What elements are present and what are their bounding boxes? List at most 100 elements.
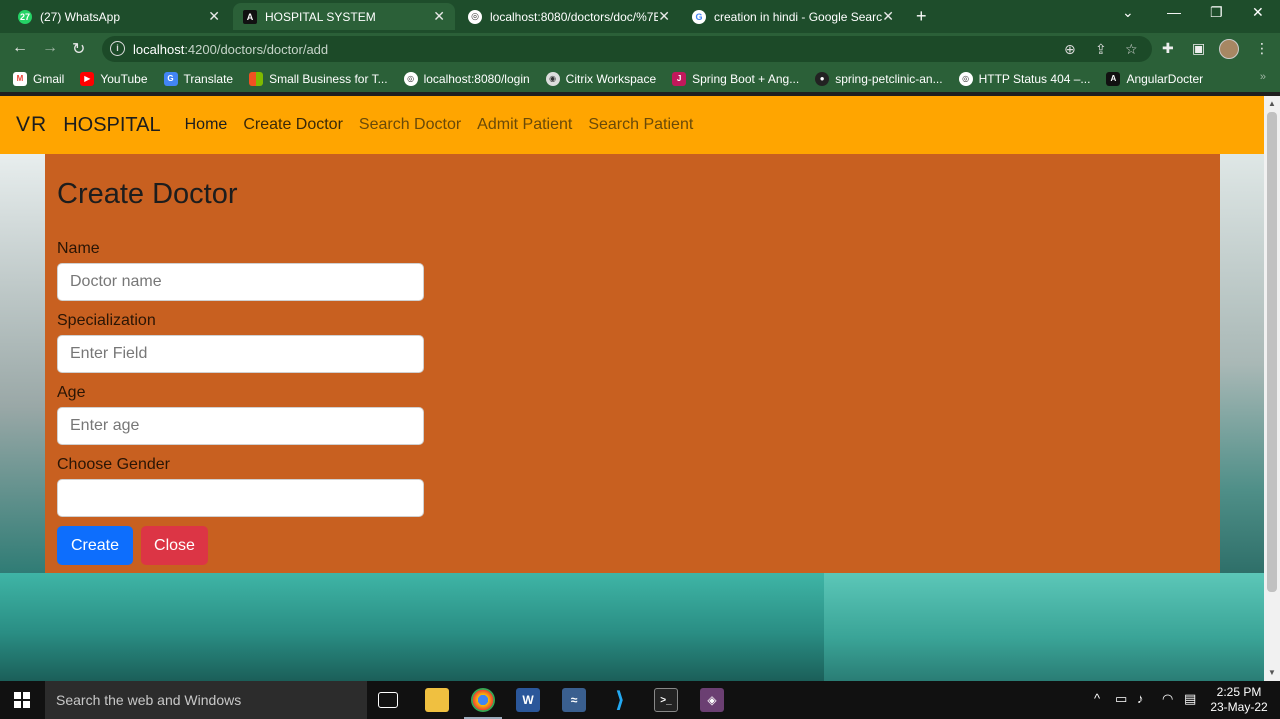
close-icon[interactable]: ✕ <box>658 8 670 25</box>
bookmark-youtube[interactable]: ▶ YouTube <box>80 71 148 86</box>
angular-icon: A <box>1106 71 1121 86</box>
brand-logo[interactable]: VR <box>16 113 47 137</box>
nav-create-doctor[interactable]: Create Doctor <box>243 116 343 134</box>
tab-hospital-system[interactable]: A HOSPITAL SYSTEM ✕ <box>233 3 455 30</box>
battery-icon[interactable]: ▭ <box>1115 691 1127 707</box>
bookmarks-overflow-icon[interactable]: » <box>1260 71 1266 83</box>
bookmark-star-icon[interactable]: ☆ <box>1125 41 1138 58</box>
globe-icon: ◎ <box>468 9 482 24</box>
spring-boot-icon: J <box>672 71 687 86</box>
vscode-icon[interactable]: ⟩ <box>608 687 632 712</box>
nav-search-patient[interactable]: Search Patient <box>588 116 693 134</box>
nav-home[interactable]: Home <box>185 116 228 134</box>
url-text[interactable]: localhost:4200/doctors/doctor/add <box>133 42 328 57</box>
side-panel-icon[interactable]: ▣ <box>1192 40 1205 57</box>
name-input[interactable] <box>57 263 424 301</box>
microsoft-icon <box>249 71 264 86</box>
menu-icon[interactable]: ⋮ <box>1255 40 1269 57</box>
share-icon[interactable]: ⇪ <box>1095 41 1107 58</box>
app-icon[interactable]: ◈ <box>700 688 724 712</box>
close-icon[interactable]: ✕ <box>208 8 220 25</box>
wifi-icon[interactable]: ◠ <box>1162 691 1173 707</box>
tab-title: localhost:8080/doctors/doc/%7B <box>490 9 659 24</box>
taskbar-search-input[interactable]: Search the web and Windows <box>45 681 367 719</box>
gmail-icon: M <box>13 71 27 86</box>
age-input[interactable] <box>57 407 424 445</box>
browser-toolbar: ← → ↻ i localhost:4200/doctors/doctor/ad… <box>0 33 1280 65</box>
close-button[interactable]: Close <box>141 526 208 565</box>
mysql-workbench-icon[interactable]: ≈ <box>562 688 586 712</box>
create-doctor-form: Create Doctor Name Specialization Age Ch… <box>45 154 1220 573</box>
scroll-up-icon[interactable]: ▲ <box>1268 99 1276 108</box>
info-icon[interactable]: i <box>110 41 125 56</box>
tab-search-chevron-icon[interactable]: ⌄ <box>1122 4 1134 21</box>
globe-icon: ◎ <box>958 71 973 86</box>
age-label: Age <box>57 384 86 401</box>
bookmark-spring-boot[interactable]: J Spring Boot + Ang... <box>672 71 799 86</box>
bookmark-gmail[interactable]: M Gmail <box>13 71 64 86</box>
name-label: Name <box>57 240 100 257</box>
browser-tab-bar: 27 (27) WhatsApp ✕ A HOSPITAL SYSTEM ✕ ◎… <box>0 0 1280 33</box>
translate-icon: G <box>163 71 178 86</box>
word-icon[interactable]: W <box>516 688 540 712</box>
task-view-icon[interactable] <box>378 692 398 708</box>
create-button[interactable]: Create <box>57 526 133 565</box>
nav-search-doctor[interactable]: Search Doctor <box>359 116 461 134</box>
bookmark-localhost-login[interactable]: ◎ localhost:8080/login <box>403 71 530 86</box>
nav-admit-patient[interactable]: Admit Patient <box>477 116 572 134</box>
tab-google-search[interactable]: G creation in hindi - Google Search ✕ <box>682 3 904 30</box>
zoom-icon[interactable]: ⊕ <box>1064 41 1076 58</box>
terminal-icon[interactable]: >_ <box>654 688 678 712</box>
app-navbar: VR HOSPITAL Home Create Doctor Search Do… <box>0 96 1264 154</box>
bookmark-translate[interactable]: G Translate <box>163 71 233 86</box>
bookmark-http-404[interactable]: ◎ HTTP Status 404 –... <box>958 71 1090 86</box>
back-icon[interactable]: ← <box>12 39 28 57</box>
bookmark-spring-petclinic[interactable]: ● spring-petclinic-an... <box>815 71 943 86</box>
notifications-icon[interactable]: ▤ <box>1184 691 1196 707</box>
scrollbar-thumb[interactable] <box>1267 112 1277 592</box>
bookmark-angulardocter[interactable]: A AngularDocter <box>1106 71 1203 86</box>
windows-start-icon[interactable] <box>14 692 30 708</box>
avatar[interactable] <box>1219 39 1239 59</box>
whatsapp-icon: 27 <box>18 9 32 24</box>
volume-icon[interactable]: ♪ <box>1137 691 1144 706</box>
page-viewport: VR HOSPITAL Home Create Doctor Search Do… <box>0 96 1264 681</box>
tab-title: creation in hindi - Google Search <box>714 9 883 24</box>
tab-title: (27) WhatsApp <box>40 9 121 24</box>
gender-label: Choose Gender <box>57 456 170 473</box>
maximize-icon[interactable]: ❐ <box>1210 4 1223 21</box>
citrix-icon: ◉ <box>545 71 560 86</box>
specialization-label: Specialization <box>57 312 156 329</box>
specialization-input[interactable] <box>57 335 424 373</box>
tray-chevron-icon[interactable]: ^ <box>1094 691 1100 706</box>
gender-select[interactable] <box>57 479 424 517</box>
angular-icon: A <box>243 9 257 24</box>
file-explorer-icon[interactable] <box>425 688 449 712</box>
extensions-icon[interactable]: ✚ <box>1162 40 1174 57</box>
forward-icon[interactable]: → <box>42 39 58 57</box>
windows-taskbar: Search the web and Windows W ≈ ⟩ >_ ◈ ^ … <box>0 681 1280 719</box>
background-image <box>824 573 1264 681</box>
close-icon[interactable]: ✕ <box>882 8 894 25</box>
page-scrollbar[interactable]: ▲ ▼ <box>1264 96 1280 681</box>
google-icon: G <box>692 9 706 24</box>
new-tab-icon[interactable]: + <box>916 6 927 27</box>
background-image <box>0 154 45 574</box>
bookmark-small-business[interactable]: Small Business for T... <box>249 71 388 86</box>
close-icon[interactable]: ✕ <box>433 8 445 25</box>
brand-name[interactable]: HOSPITAL <box>63 114 160 137</box>
clock-date: 23-May-22 <box>1210 700 1268 714</box>
minimize-icon[interactable]: — <box>1167 4 1181 20</box>
background-image <box>1220 154 1264 574</box>
system-clock[interactable]: 2:25 PM 23-May-22 <box>1209 685 1269 715</box>
tab-whatsapp[interactable]: 27 (27) WhatsApp ✕ <box>8 3 230 30</box>
window-close-icon[interactable]: ✕ <box>1252 4 1264 21</box>
tab-localhost-doctors[interactable]: ◎ localhost:8080/doctors/doc/%7B ✕ <box>458 3 680 30</box>
globe-icon: ◎ <box>403 71 418 86</box>
tab-title: HOSPITAL SYSTEM <box>265 9 376 24</box>
reload-icon[interactable]: ↻ <box>72 39 85 59</box>
scroll-down-icon[interactable]: ▼ <box>1268 668 1276 677</box>
bookmark-citrix[interactable]: ◉ Citrix Workspace <box>545 71 656 86</box>
chrome-icon[interactable] <box>471 688 495 712</box>
address-bar[interactable]: i localhost:4200/doctors/doctor/add ⊕ ⇪ … <box>102 36 1152 62</box>
